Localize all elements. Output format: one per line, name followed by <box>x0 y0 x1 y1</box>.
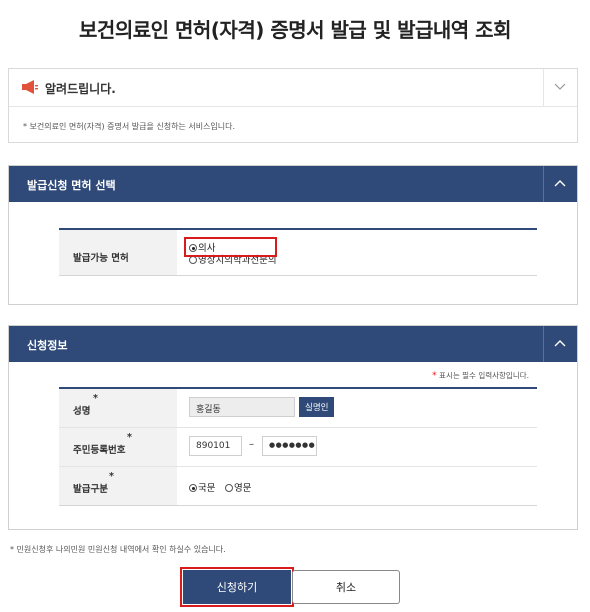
name-row: 성명 * 홍길동 실명인 <box>59 389 537 427</box>
info-section-toggle[interactable] <box>543 326 577 362</box>
rrn-row: 주민등록번호 * 890101 – ●●●●●●● <box>59 428 537 466</box>
rrn-label-cell: 주민등록번호 * <box>59 428 177 466</box>
issue-type-english[interactable]: 영문 <box>225 480 251 494</box>
license-row-label-cell: 발급가능 면허 <box>59 230 177 275</box>
required-note: * 표시는 필수 입력사항입니다. <box>432 370 529 381</box>
megaphone-icon <box>22 80 38 94</box>
license-section-toggle[interactable] <box>543 166 577 202</box>
name-label-cell: 성명 * <box>59 389 177 427</box>
issue-type-option-label: 영문 <box>234 483 252 494</box>
notice-panel: 알려드립니다. * 보건의료인 면허(자격) 증명서 발급을 신청하는 서비스입… <box>8 68 578 143</box>
page-title: 보건의료인 면허(자격) 증명서 발급 및 발급내역 조회 <box>79 18 511 42</box>
license-section-header: 발급신청 면허 선택 <box>9 166 577 202</box>
notice-title: 알려드립니다. <box>45 82 116 96</box>
required-mark: * <box>93 393 98 404</box>
issue-type-row: 발급구분 * 국문 영문 <box>59 467 537 505</box>
chevron-up-icon <box>554 180 566 187</box>
info-section-header: 신청정보 <box>9 326 577 362</box>
name-field[interactable]: 홍길동 <box>189 397 295 417</box>
highlight-box <box>184 237 277 257</box>
issue-type-option-label: 국문 <box>198 483 216 494</box>
footer-note: * 민원신청후 나의민원 민원신청 내역에서 확인 하실수 있습니다. <box>10 545 226 554</box>
rrn-dash: – <box>249 439 254 450</box>
required-mark: * <box>109 471 114 482</box>
issue-type-korean[interactable]: 국문 <box>189 480 215 494</box>
issue-type-label: 발급구분 <box>73 484 108 495</box>
issue-type-options: 국문 영문 <box>177 467 537 505</box>
table-bottom-border <box>59 275 537 276</box>
radio-button[interactable] <box>225 484 233 492</box>
radio-button[interactable] <box>189 484 197 492</box>
verify-name-button[interactable]: 실명인 <box>299 397 335 417</box>
submit-button[interactable]: 신청하기 <box>183 570 291 604</box>
required-note-text: 표시는 필수 입력사항입니다. <box>439 371 529 380</box>
rrn-value-cell: 890101 – ●●●●●●● <box>177 428 537 466</box>
info-section-title: 신청정보 <box>27 339 68 352</box>
name-label: 성명 <box>73 406 91 417</box>
radio-button[interactable] <box>189 256 197 264</box>
notice-body: * 보건의료인 면허(자격) 증명서 발급을 신청하는 서비스입니다. <box>23 122 236 131</box>
license-section: 발급신청 면허 선택 발급가능 면허 의사 영상치의학과전문의 <box>8 165 578 305</box>
chevron-up-icon <box>554 340 566 347</box>
name-value-cell: 홍길동 실명인 <box>177 389 537 427</box>
table-bottom-border <box>59 505 537 506</box>
license-section-title: 발급신청 면허 선택 <box>27 179 116 192</box>
info-section: 신청정보 * 표시는 필수 입력사항입니다. 성명 * 홍길동 실명인 주민등록… <box>8 325 578 530</box>
license-row: 발급가능 면허 의사 영상치의학과전문의 <box>59 230 537 275</box>
chevron-down-icon <box>554 83 566 90</box>
cancel-button[interactable]: 취소 <box>292 570 400 604</box>
rrn-front-field[interactable]: 890101 <box>189 436 242 456</box>
notice-toggle-button[interactable] <box>543 69 577 107</box>
required-mark: * <box>127 432 132 443</box>
rrn-label: 주민등록번호 <box>73 445 126 456</box>
issue-type-label-cell: 발급구분 * <box>59 467 177 505</box>
required-mark: * <box>432 371 437 381</box>
notice-header[interactable]: 알려드립니다. <box>9 69 577 107</box>
rrn-back-field[interactable]: ●●●●●●● <box>262 436 317 456</box>
license-row-label: 발급가능 면허 <box>73 253 129 264</box>
